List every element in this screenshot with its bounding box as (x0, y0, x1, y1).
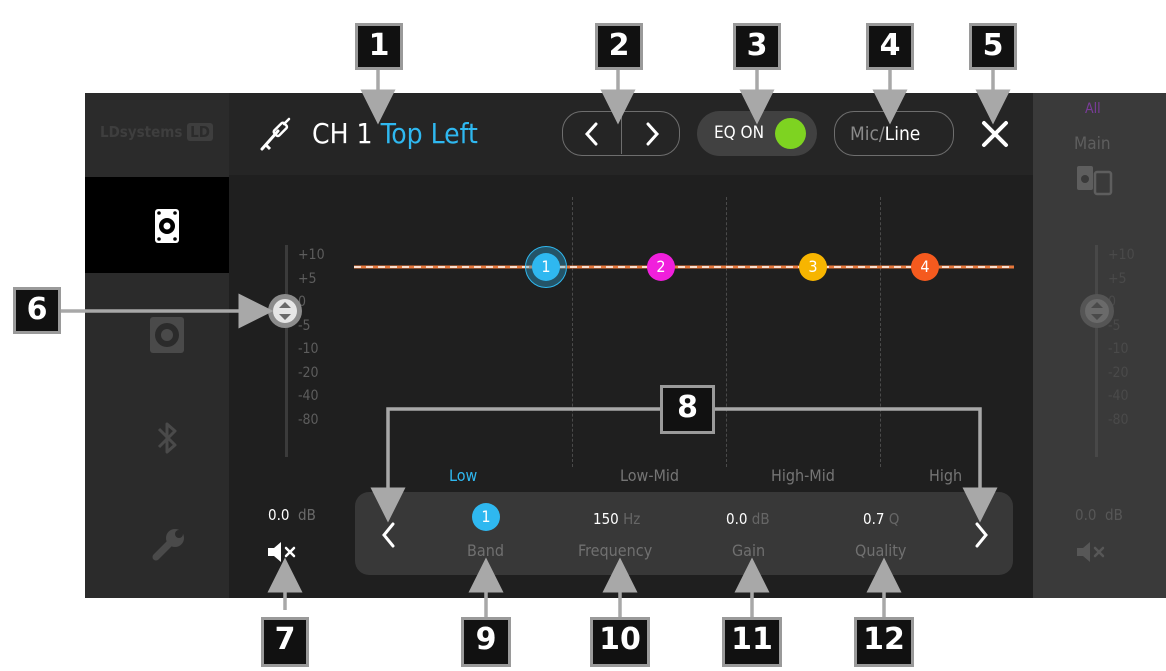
callout-1: 1 (355, 23, 403, 70)
callout-4: 4 (866, 23, 914, 70)
callout-3: 3 (733, 23, 781, 70)
callout-2: 2 (595, 23, 643, 70)
annotation-arrows (61, 70, 1011, 620)
callout-6: 6 (13, 287, 61, 334)
callout-5: 5 (969, 23, 1017, 70)
callout-10: 10 (590, 617, 650, 667)
callout-11: 11 (722, 617, 782, 667)
callout-12: 12 (854, 617, 914, 667)
callout-8: 8 (660, 385, 715, 434)
callout-7: 7 (261, 617, 309, 667)
callout-9: 9 (461, 617, 511, 667)
